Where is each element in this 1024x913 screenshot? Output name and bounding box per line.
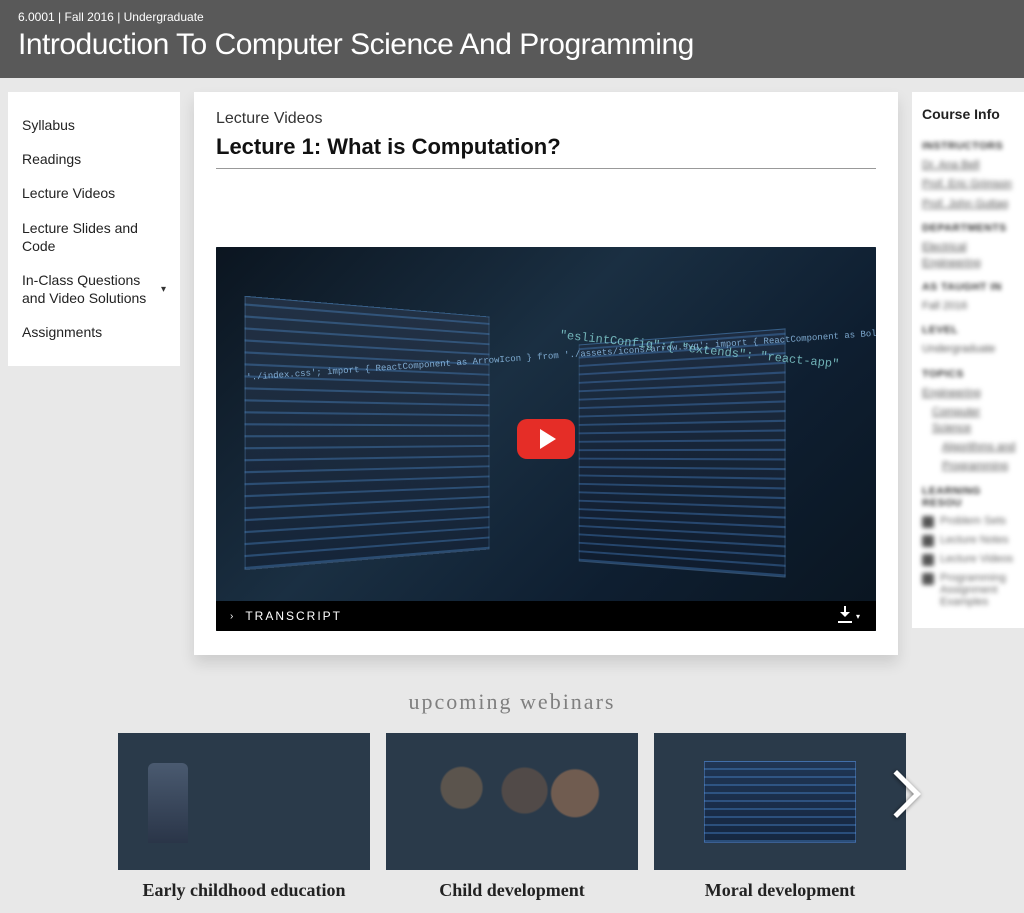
resource-label: Lecture Notes	[940, 534, 1008, 546]
department-link[interactable]: Electrical Engineering	[922, 240, 1022, 271]
sidebar-item-syllabus[interactable]: Syllabus	[22, 108, 166, 142]
sidebar-nav: Syllabus Readings Lecture Videos Lecture…	[8, 92, 180, 366]
departments-heading: DEPARTMENTS	[922, 222, 1022, 234]
course-title: Introduction To Computer Science And Pro…	[18, 28, 1006, 62]
lecture-title: Lecture 1: What is Computation?	[216, 134, 876, 169]
topic-link[interactable]: Programming	[922, 459, 1022, 474]
topic-link[interactable]: Computer Science	[922, 405, 1022, 436]
taught-heading: AS TAUGHT IN	[922, 281, 1022, 293]
resource-item[interactable]: Programming Assignment Examples	[922, 572, 1022, 608]
topic-link[interactable]: Engineering	[922, 386, 1022, 401]
webinar-thumbnail	[654, 733, 906, 870]
webinar-caption: Child development	[386, 870, 638, 901]
sidebar-item-lecture-slides[interactable]: Lecture Slides and Code	[22, 211, 166, 263]
transcript-bar: › TRANSCRIPT ▾	[216, 601, 876, 631]
webinar-caption: Moral development	[654, 870, 906, 901]
transcript-label: TRANSCRIPT	[245, 609, 342, 623]
instructor-link[interactable]: Dr. Ana Bell	[922, 158, 1022, 173]
webinar-caption: Early childhood education	[118, 870, 370, 901]
level-heading: LEVEL	[922, 324, 1022, 336]
instructor-link[interactable]: Prof. Eric Grimson	[922, 177, 1022, 192]
page-header: 6.0001 | Fall 2016 | Undergraduate Intro…	[0, 0, 1024, 78]
resource-item[interactable]: Problem Sets	[922, 515, 1022, 528]
chevron-right-icon: ›	[230, 611, 235, 622]
sidebar-item-label: In-Class Questions and Video Solutions	[22, 271, 161, 307]
level-value: Undergraduate	[922, 342, 1022, 357]
play-button[interactable]	[517, 419, 575, 459]
resource-label: Programming Assignment Examples	[940, 572, 1022, 608]
sidebar-item-readings[interactable]: Readings	[22, 142, 166, 176]
resource-item[interactable]: Lecture Videos	[922, 553, 1022, 566]
video-player[interactable]: './index.css'; import { ReactComponent a…	[216, 247, 876, 631]
sidebar-item-lecture-videos[interactable]: Lecture Videos	[22, 176, 166, 210]
resource-icon	[922, 554, 934, 566]
sidebar-item-label: Assignments	[22, 323, 102, 341]
resource-icon	[922, 535, 934, 547]
topics-heading: TOPICS	[922, 368, 1022, 380]
download-icon	[838, 609, 852, 623]
webinar-thumbnail	[118, 733, 370, 870]
sidebar-item-inclass-questions[interactable]: In-Class Questions and Video Solutions▾	[22, 263, 166, 315]
webinar-card[interactable]: Early childhood education	[118, 733, 370, 901]
resource-icon	[922, 573, 934, 585]
chevron-down-icon: ▾	[161, 283, 166, 296]
resource-label: Problem Sets	[940, 515, 1006, 527]
webinar-card[interactable]: Child development	[386, 733, 638, 901]
webinar-card[interactable]: Moral development	[654, 733, 906, 901]
resources-heading: LEARNING RESOU	[922, 485, 1022, 509]
download-button[interactable]: ▾	[838, 609, 862, 623]
sidebar-item-label: Lecture Videos	[22, 184, 115, 202]
sidebar-item-label: Readings	[22, 150, 81, 168]
resource-label: Lecture Videos	[940, 553, 1013, 565]
webinars-section: upcoming webinars Early childhood educat…	[0, 669, 1024, 901]
webinar-thumbnail	[386, 733, 638, 870]
content-area: Lecture Videos Lecture 1: What is Comput…	[194, 92, 898, 655]
taught-value: Fall 2016	[922, 299, 1022, 314]
section-label: Lecture Videos	[216, 110, 876, 128]
webinar-carousel: Early childhood education Child developm…	[0, 733, 1024, 901]
resource-icon	[922, 516, 934, 528]
sidebar-item-label: Lecture Slides and Code	[22, 219, 166, 255]
sidebar-item-label: Syllabus	[22, 116, 75, 134]
resource-item[interactable]: Lecture Notes	[922, 534, 1022, 547]
caret-down-icon: ▾	[856, 612, 862, 621]
instructors-heading: INSTRUCTORS	[922, 140, 1022, 152]
course-info-panel: Course Info INSTRUCTORS Dr. Ana Bell Pro…	[912, 92, 1024, 628]
main-layout: Syllabus Readings Lecture Videos Lecture…	[0, 78, 1024, 669]
sidebar-item-assignments[interactable]: Assignments	[22, 315, 166, 349]
course-info-heading: Course Info	[922, 106, 1022, 122]
webinars-heading: upcoming webinars	[0, 689, 1024, 715]
course-meta: 6.0001 | Fall 2016 | Undergraduate	[18, 10, 1006, 24]
transcript-toggle[interactable]: › TRANSCRIPT	[230, 609, 342, 623]
instructor-link[interactable]: Prof. John Guttag	[922, 197, 1022, 212]
topic-link[interactable]: Algorithms and	[922, 440, 1022, 455]
